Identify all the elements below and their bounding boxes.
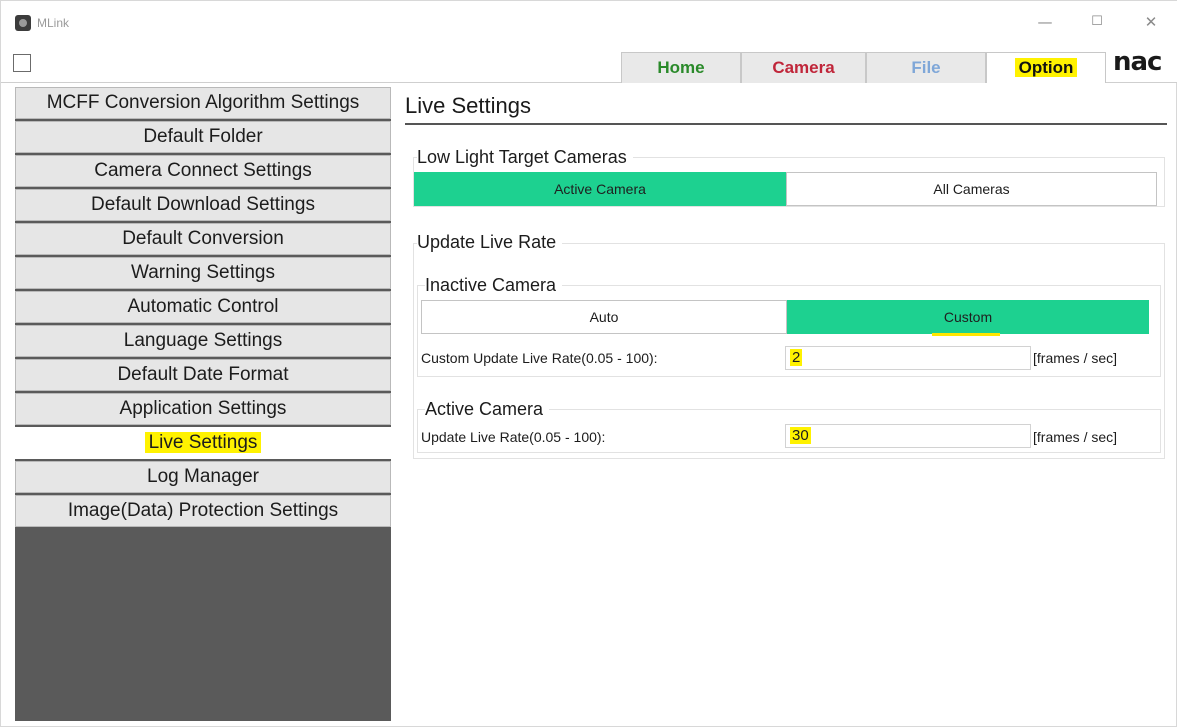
- sidebar-item-default-folder[interactable]: Default Folder: [15, 121, 391, 153]
- sidebar-item-camera-connect[interactable]: Camera Connect Settings: [15, 155, 391, 187]
- tab-home[interactable]: Home: [621, 52, 741, 83]
- custom-update-live-rate-input[interactable]: 2: [785, 346, 1031, 370]
- brand-logo: nac: [1113, 47, 1162, 77]
- sidebar-item-live-settings-label: Live Settings: [144, 432, 262, 453]
- title-divider: [405, 123, 1167, 125]
- tab-option[interactable]: Option: [986, 52, 1106, 83]
- sidebar-item-warning[interactable]: Warning Settings: [15, 257, 391, 289]
- tab-camera[interactable]: Camera: [741, 52, 866, 83]
- custom-update-live-rate-label: Custom Update Live Rate(0.05 - 100):: [421, 350, 658, 366]
- low-light-all-cameras-option[interactable]: All Cameras: [786, 172, 1157, 206]
- sidebar-item-automatic-control[interactable]: Automatic Control: [15, 291, 391, 323]
- close-button[interactable]: ✕: [1139, 11, 1163, 33]
- sidebar-item-default-conversion[interactable]: Default Conversion: [15, 223, 391, 255]
- custom-update-live-rate-unit: [frames / sec]: [1033, 350, 1118, 366]
- title-bar: MLink — ☐ ✕: [1, 1, 1177, 45]
- update-live-rate-value: 30: [790, 427, 811, 444]
- app-logo-icon: [15, 15, 31, 31]
- tab-option-label: Option: [1014, 58, 1078, 77]
- main-toolbar: Home Camera File Option: [1, 45, 1177, 83]
- inactive-custom-option[interactable]: Custom: [787, 300, 1149, 336]
- sidebar-item-date-format[interactable]: Default Date Format: [15, 359, 391, 391]
- sidebar-item-mcff-conversion[interactable]: MCFF Conversion Algorithm Settings: [15, 87, 391, 119]
- custom-update-live-rate-value: 2: [790, 349, 803, 366]
- update-live-rate-unit: [frames / sec]: [1033, 429, 1118, 445]
- sidebar-item-live-settings[interactable]: Live Settings: [15, 427, 391, 459]
- tab-file[interactable]: File: [866, 52, 986, 83]
- minimize-button[interactable]: —: [1033, 11, 1057, 33]
- inactive-camera-title: Inactive Camera: [425, 275, 563, 296]
- low-light-title: Low Light Target Cameras: [417, 147, 633, 168]
- app-window: MLink — ☐ ✕ Home Camera File Option nac …: [0, 0, 1177, 727]
- window-title: MLink: [37, 16, 70, 30]
- update-live-rate-input[interactable]: 30: [785, 424, 1031, 448]
- page-title: Live Settings: [405, 93, 531, 118]
- sidebar-item-log-manager[interactable]: Log Manager: [15, 461, 391, 493]
- update-live-rate-title: Update Live Rate: [417, 232, 563, 253]
- sidebar-item-language[interactable]: Language Settings: [15, 325, 391, 357]
- low-light-active-camera-option[interactable]: Active Camera: [414, 172, 786, 206]
- inactive-auto-option[interactable]: Auto: [421, 300, 787, 334]
- toolbar-checkbox[interactable]: [13, 54, 31, 72]
- inactive-custom-label: Custom: [931, 301, 1001, 336]
- main-panel: Live Settings Low Light Target Cameras A…: [405, 87, 1167, 721]
- update-live-rate-label: Update Live Rate(0.05 - 100):: [421, 429, 606, 445]
- sidebar-item-image-protection[interactable]: Image(Data) Protection Settings: [15, 495, 391, 527]
- maximize-button[interactable]: ☐: [1085, 11, 1109, 33]
- sidebar-item-application[interactable]: Application Settings: [15, 393, 391, 425]
- active-camera-title: Active Camera: [425, 399, 550, 420]
- sidebar-item-default-download[interactable]: Default Download Settings: [15, 189, 391, 221]
- settings-sidebar: MCFF Conversion Algorithm Settings Defau…: [15, 87, 391, 721]
